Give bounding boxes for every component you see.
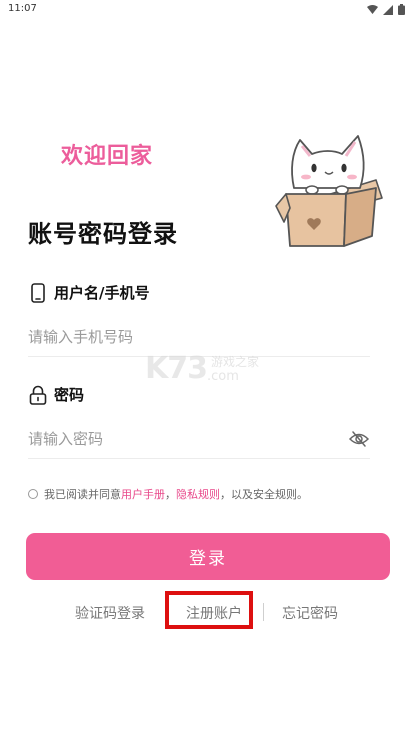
link-divider [263,603,264,621]
privacy-rules-link[interactable]: 隐私规则 [176,486,220,502]
register-link[interactable]: 注册账户 [186,603,242,623]
status-time: 11:07 [8,3,37,14]
battery-icon [398,4,405,15]
watermark-k73: K73 [145,351,208,386]
agreement-row: 我已阅读并同意 用户手册 ， 隐私规则 ，以及安全规则。 [28,486,308,502]
phone-label: 用户名/手机号 [28,282,149,303]
signal-icon [383,4,393,15]
password-input[interactable] [28,421,328,457]
agree-checkbox[interactable] [28,489,38,499]
forgot-password-link[interactable]: 忘记密码 [282,603,338,623]
agreement-suffix: ，以及安全规则。 [220,488,308,501]
lock-icon [28,385,48,405]
agreement-prefix: 我已阅读并同意 [44,488,121,501]
eye-off-icon[interactable] [348,429,370,449]
status-bar: 11:07 [0,0,415,20]
watermark-logo: K73 游戏之家 .com [145,351,275,387]
phone-input[interactable] [28,319,328,355]
wifi-icon [367,5,378,14]
welcome-text: 欢迎回家 [61,144,154,169]
password-label: 密码 [28,384,84,405]
phone-icon [28,282,48,303]
page-title: 账号密码登录 [28,220,178,248]
password-label-text: 密码 [54,386,85,404]
watermark-domain: .com [207,369,239,384]
status-icons [367,4,405,15]
watermark-tagline: 游戏之家 [211,355,260,369]
phone-label-text: 用户名/手机号 [54,284,150,302]
password-input-row [28,421,370,459]
cat-in-box-icon [275,135,383,247]
agreement-comma: ， [165,488,176,501]
login-button[interactable]: 登录 [26,533,390,580]
user-manual-link[interactable]: 用户手册 [121,486,165,502]
sms-login-link[interactable]: 验证码登录 [75,603,145,623]
